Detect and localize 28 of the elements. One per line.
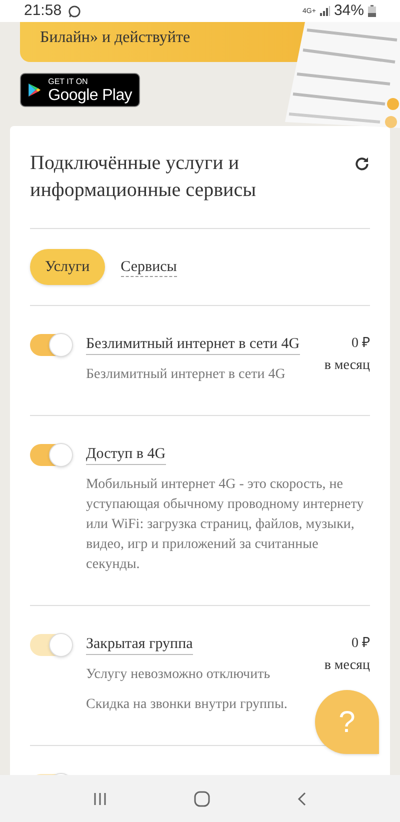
recent-apps-icon[interactable] xyxy=(93,792,108,806)
tab[interactable]: Услуги xyxy=(30,249,105,285)
price-period: в месяц xyxy=(324,657,370,675)
back-icon[interactable] xyxy=(296,792,307,806)
service-price: 0 ₽ xyxy=(352,335,370,353)
service-description: Скидка на звонки внутри группы. xyxy=(86,696,288,714)
refresh-icon[interactable] xyxy=(354,156,370,172)
clock-time: 21:58 xyxy=(24,0,62,21)
battery-icon xyxy=(368,5,376,17)
service-description: Мобильный интернет 4G - это скорость, не уступающая обычному проводному интернету или WiFi: загрузка страниц, файлов, музыки, видео, игр и приложений за считанные секунды. xyxy=(86,476,365,574)
banner-text: Билайн» и действуйте xyxy=(40,28,190,48)
service-description: Безлимитный интернет в сети 4G xyxy=(86,366,286,384)
google-play-badge[interactable]: GET IT ON Google Play xyxy=(20,73,140,107)
battery-level: 34% xyxy=(334,0,364,21)
price-period: в месяц xyxy=(324,357,370,375)
signal-icon xyxy=(320,6,330,16)
service-price: 0 ₽ xyxy=(352,635,370,653)
chat-icon xyxy=(68,4,81,18)
badge-title: Google Play xyxy=(48,86,132,104)
service-description: Услугу невозможно отключить xyxy=(86,666,272,684)
home-icon[interactable] xyxy=(194,790,210,806)
service-title[interactable]: Безлимитный интернет в сети 4G xyxy=(86,334,300,355)
service-title[interactable]: Доступ в 4G xyxy=(86,444,166,465)
toggle-switch[interactable] xyxy=(30,334,72,356)
card-title: Подключённые услуги и информационные сервисы xyxy=(30,151,258,203)
badge-caption: GET IT ON xyxy=(48,76,89,86)
toggle-switch[interactable] xyxy=(30,444,72,466)
tab[interactable]: Сервисы xyxy=(120,258,177,276)
